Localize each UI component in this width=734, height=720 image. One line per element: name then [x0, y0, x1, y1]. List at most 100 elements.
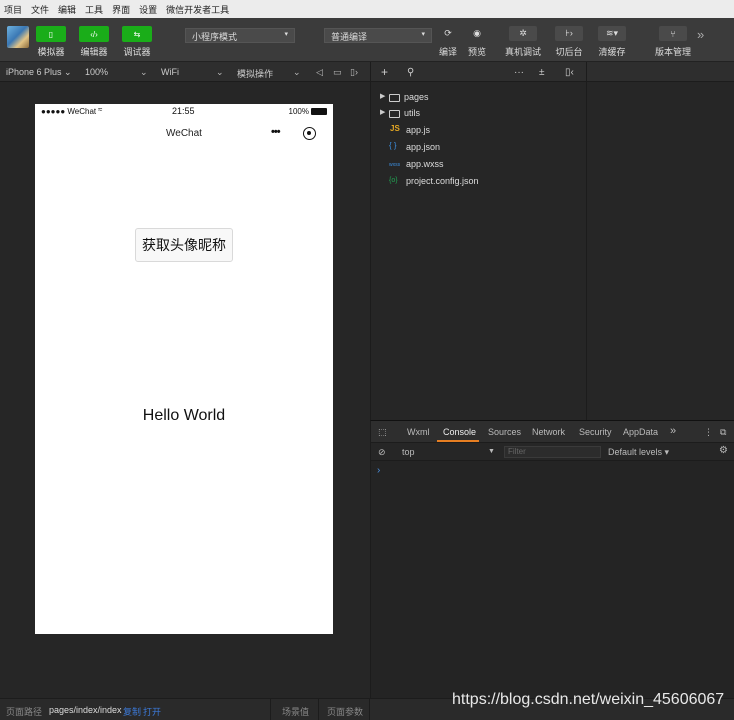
kebab-menu-icon[interactable]: ⋮	[704, 427, 713, 438]
phone-icon: ▯	[48, 29, 54, 39]
scene-value-button[interactable]: 场景值	[282, 705, 309, 718]
menu-view[interactable]: 界面	[112, 3, 130, 16]
tree-item[interactable]: ▶ pages	[371, 90, 587, 106]
real-debug-button[interactable]: ✲ 真机调试	[503, 26, 543, 58]
copy-path-link[interactable]: 复制	[123, 705, 141, 718]
tree-item-label: app.js	[406, 125, 431, 135]
collapse-icon[interactable]: ±	[539, 67, 545, 78]
wxss-file-icon: wxss	[389, 162, 401, 168]
context-select[interactable]: top	[402, 447, 415, 457]
network-select[interactable]: WiFi	[161, 67, 179, 77]
explorer-header: + ⚲ ··· ± ▯‹	[371, 62, 587, 82]
zoom-select[interactable]: 100%	[85, 67, 108, 77]
more-icon[interactable]: ···	[514, 67, 524, 78]
debugger-label: 调试器	[123, 47, 151, 57]
tab-appdata[interactable]: AppData	[623, 427, 658, 437]
tab-network[interactable]: Network	[532, 427, 565, 437]
tab-sources[interactable]: Sources	[488, 427, 521, 437]
debugger-button[interactable]: ⇆ 调试器	[115, 26, 159, 58]
tree-item[interactable]: {o} project.config.json	[371, 174, 587, 190]
menu-devtools[interactable]: 微信开发者工具	[166, 3, 229, 16]
page-params-button[interactable]: 页面参数	[327, 705, 363, 718]
phone-screen: ●●●●● WeChat ≈ 21:55 100% WeChat ••• 获取头…	[35, 104, 333, 634]
real-debug-label: 真机调试	[504, 47, 541, 57]
tree-item[interactable]: wxss app.wxss	[371, 157, 587, 173]
carrier-text: ●●●●● WeChat	[41, 107, 97, 116]
more-toolbar-icon[interactable]: »	[697, 27, 704, 42]
log-levels-select[interactable]: Default levels ▾	[608, 447, 669, 458]
page-path-value: pages/index/index	[49, 705, 122, 715]
menu-bar: 项目 文件 编辑 工具 界面 设置 微信开发者工具	[0, 0, 734, 18]
chevron-right-icon: ▶	[380, 109, 386, 116]
folder-icon	[389, 94, 400, 102]
devtools-panel: ⬚ Wxml Console Sources Network Security …	[370, 420, 734, 698]
compile-label: 编译	[438, 47, 457, 57]
chevron-right-icon: ▶	[380, 93, 386, 100]
device-select[interactable]: iPhone 6 Plus ⌄	[6, 67, 72, 78]
eye-icon: ◉	[473, 28, 481, 38]
tree-item-label: utils	[404, 108, 421, 118]
page-path-label: 页面路径	[6, 707, 43, 717]
more-dots-icon[interactable]: •••	[271, 126, 281, 138]
tree-item[interactable]: { } app.json	[371, 140, 587, 156]
console-filter-input[interactable]: Filter	[504, 446, 601, 458]
version-label: 版本管理	[654, 47, 691, 57]
simulator-label: 模拟器	[37, 47, 65, 57]
more-tabs-icon[interactable]: »	[670, 425, 676, 437]
simulator-button[interactable]: ▯ 模拟器	[29, 26, 73, 58]
menu-tools[interactable]: 工具	[85, 3, 103, 16]
capsule-close-icon[interactable]	[303, 127, 316, 140]
json-file-icon: { }	[389, 141, 397, 150]
layers-icon: ≋▾	[605, 28, 619, 38]
undock-icon[interactable]: ⧉	[720, 427, 726, 438]
code-icon: ‹/›	[90, 29, 98, 39]
volume-icon[interactable]: ◁	[316, 67, 323, 78]
inspect-icon[interactable]: ⬚	[378, 427, 387, 438]
layout-icon[interactable]: ▯‹	[565, 67, 574, 78]
rotate-icon[interactable]: ▭	[333, 67, 342, 78]
clear-cache-label: 清缓存	[598, 47, 626, 57]
detach-icon[interactable]: ▯›	[350, 67, 358, 78]
editor-header	[587, 62, 734, 82]
editor-button[interactable]: ‹/› 编辑器	[72, 26, 116, 58]
simulate-caret-icon: ⌄	[293, 67, 301, 77]
tab-wxml[interactable]: Wxml	[407, 427, 430, 437]
clear-cache-button[interactable]: ≋▾ 清缓存	[592, 26, 632, 58]
console-prompt[interactable]: ›	[377, 465, 380, 476]
settings-gear-icon[interactable]: ⚙	[719, 445, 728, 456]
user-avatar[interactable]	[7, 26, 29, 48]
tree-item-label: pages	[404, 92, 429, 102]
devtools-tabs: ⬚ Wxml Console Sources Network Security …	[371, 421, 734, 443]
simulate-select[interactable]: 模拟操作	[237, 67, 273, 80]
search-icon[interactable]: ⚲	[407, 67, 414, 78]
caret-down-icon: ▾	[284, 31, 288, 38]
preview-button[interactable]: ◉ 预览	[457, 26, 497, 58]
bug-icon: ✲	[519, 28, 527, 38]
tree-item[interactable]: JS app.js	[371, 123, 587, 139]
tab-console[interactable]: Console	[443, 427, 476, 437]
add-icon[interactable]: +	[381, 65, 388, 79]
simulator-panel: ●●●●● WeChat ≈ 21:55 100% WeChat ••• 获取头…	[0, 82, 370, 698]
context-caret-icon: ▼	[488, 448, 495, 455]
version-button[interactable]: ⑂ 版本管理	[653, 26, 693, 58]
tree-item-label: project.config.json	[406, 176, 479, 186]
menu-file[interactable]: 文件	[31, 3, 49, 16]
get-avatar-button[interactable]: 获取头像昵称	[135, 228, 233, 262]
menu-settings[interactable]: 设置	[139, 3, 157, 16]
file-explorer: + ⚲ ··· ± ▯‹ ▶ pages ▶ utils JS app.js {…	[370, 62, 587, 420]
menu-edit[interactable]: 编辑	[58, 3, 76, 16]
folder-icon	[389, 110, 400, 118]
console-filter-bar: ⊘ top ▼ Filter Default levels ▾ ⚙	[371, 443, 734, 461]
editor-panel	[586, 62, 734, 420]
tree-item[interactable]: ▶ utils	[371, 106, 587, 122]
compile-select[interactable]: 普通编译 ▾	[324, 28, 432, 43]
open-path-link[interactable]: 打开	[143, 705, 161, 718]
menu-project[interactable]: 项目	[4, 3, 22, 16]
active-tab-indicator	[437, 440, 479, 442]
js-file-icon: JS	[390, 124, 400, 133]
mode-select[interactable]: 小程序模式 ▾	[185, 28, 295, 43]
tab-security[interactable]: Security	[579, 427, 612, 437]
background-button[interactable]: ⊦› 切后台	[549, 26, 589, 58]
divider	[369, 699, 370, 720]
clear-console-icon[interactable]: ⊘	[378, 447, 386, 458]
